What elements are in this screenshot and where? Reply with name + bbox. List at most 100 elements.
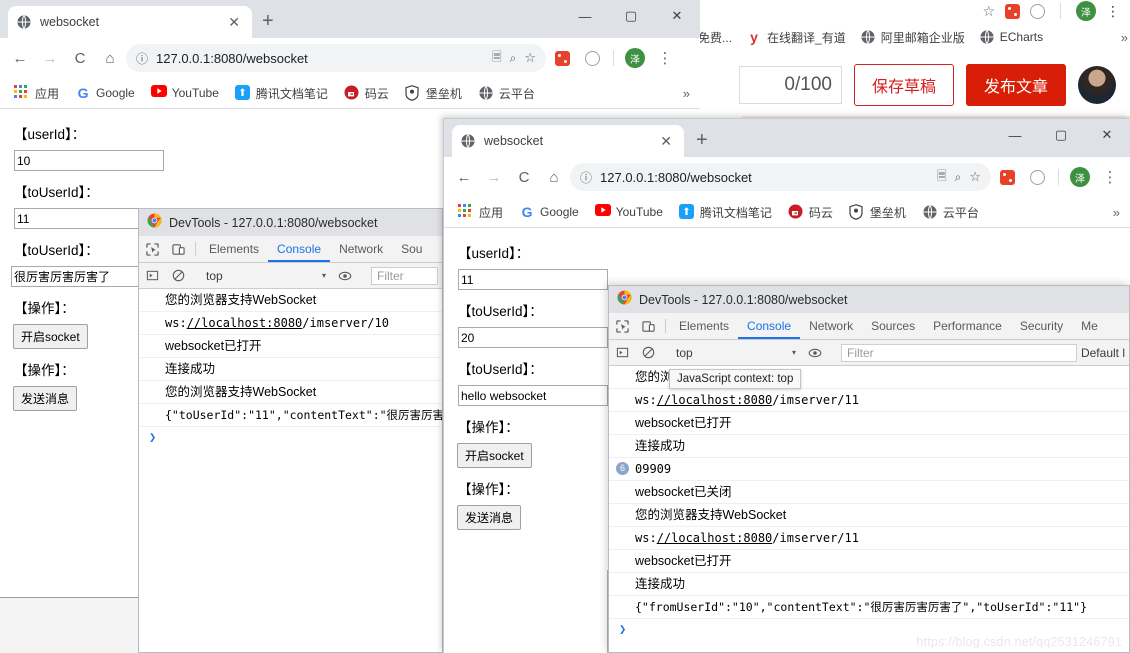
js-context-selector[interactable]: top ▾ [200,269,332,283]
inspect-element-icon[interactable] [139,236,165,262]
save-draft-button[interactable]: 保存草稿 [853,64,954,106]
address-bar[interactable]: ⓘ 127.0.0.1:8080/websocket 🗏 ⌕ ☆ [570,163,991,191]
console-prompt-1[interactable]: ❯ [139,427,442,447]
touserid-input[interactable] [458,327,608,348]
reload-button[interactable]: C [66,44,94,72]
clear-console-icon[interactable] [635,346,661,359]
devtools-tab-elements[interactable]: Elements [670,313,738,339]
dice-extension-icon[interactable] [548,44,576,72]
dice-extension-icon[interactable] [993,163,1021,191]
chrome-menu-icon[interactable]: ⋮ [651,44,679,72]
site-info-icon[interactable]: ⓘ [136,50,148,67]
circle-extension-icon[interactable] [1023,163,1051,191]
minimize-button[interactable]: — [992,119,1038,151]
dice-extension-icon[interactable] [1005,3,1020,19]
execute-icon[interactable] [609,346,635,359]
address-bar[interactable]: ⓘ 127.0.0.1:8080/websocket 🗏 ⌕ ☆ [126,44,546,72]
console-filter-input[interactable]: Filter [841,343,1077,362]
devtools-tab-memory[interactable]: Me [1072,313,1107,339]
bookmarks-overflow-icon[interactable]: » [1121,30,1130,45]
minimize-button[interactable]: — [562,0,608,32]
inspect-element-icon[interactable] [609,313,635,339]
devtools-tab-network[interactable]: Network [800,313,862,339]
bookmark-item-bastion[interactable]: 堡垒机 [399,83,468,104]
chrome-menu-icon[interactable]: ⋮ [1106,3,1120,20]
bookmark-item-tencent-docs[interactable]: 腾讯文档笔记 [229,83,334,104]
execute-icon[interactable] [139,269,165,282]
close-window-button[interactable]: ✕ [654,0,700,32]
console-levels-selector[interactable]: Default l [1081,346,1129,360]
star-icon[interactable]: ☆ [982,3,995,20]
user-avatar[interactable] [1078,66,1116,104]
maximize-button[interactable]: ▢ [1038,119,1084,151]
console-link[interactable]: //localhost:8080 [657,393,773,407]
open-socket-button[interactable]: 开启socket [13,324,88,349]
devtools-tab-security[interactable]: Security [1011,313,1072,339]
forward-button[interactable]: → [36,44,64,72]
clear-console-icon[interactable] [165,269,191,282]
devtools-tab-performance[interactable]: Performance [924,313,1011,339]
zoom-out-icon[interactable]: ⌕ [955,170,962,185]
bookmark-item[interactable]: y 在线翻译_有道 [746,29,846,46]
device-toolbar-icon[interactable] [635,313,661,339]
bookmark-item[interactable]: 免费... [698,29,732,46]
maximize-button[interactable]: ▢ [608,0,654,32]
bookmark-item-google[interactable]: G Google [69,83,141,103]
back-button[interactable]: ← [450,163,478,191]
publish-article-button[interactable]: 发布文章 [965,64,1066,106]
bookmark-item-youtube[interactable]: YouTube [589,202,669,222]
translate-icon[interactable]: 🗏 [937,167,947,188]
home-button[interactable]: ⌂ [540,163,568,191]
bookmarks-overflow-icon[interactable]: » [1113,205,1122,220]
star-icon[interactable]: ☆ [969,169,981,185]
console-link[interactable]: //localhost:8080 [657,531,773,545]
live-expression-icon[interactable] [332,269,358,283]
circle-extension-icon[interactable] [1030,3,1045,19]
userid-input[interactable] [14,150,164,171]
translate-icon[interactable]: 🗏 [492,48,502,69]
close-tab-icon[interactable]: ✕ [656,132,676,150]
content-input[interactable] [458,385,608,406]
back-button[interactable]: ← [6,44,34,72]
bookmark-item-gitee[interactable]: 码云 [782,202,839,223]
close-tab-icon[interactable]: ✕ [224,13,244,31]
zoom-out-icon[interactable]: ⌕ [510,51,517,66]
close-window-button[interactable]: ✕ [1084,119,1130,151]
bookmarks-overflow-icon[interactable]: » [683,86,692,101]
avatar[interactable]: 泽 [1076,1,1096,21]
avatar[interactable]: 泽 [1066,163,1094,191]
browser-tab[interactable]: websocket ✕ [452,125,684,157]
bookmark-item-cloud[interactable]: 云平台 [916,202,985,223]
send-message-button[interactable]: 发送消息 [13,386,78,411]
bookmark-item[interactable]: 阿里邮箱企业版 [860,29,965,46]
devtools-tab-console[interactable]: Console [738,313,800,339]
userid-input[interactable] [458,269,608,290]
device-toolbar-icon[interactable] [165,236,191,262]
bookmark-item-cloud[interactable]: 云平台 [472,83,541,104]
bookmark-item-apps[interactable]: 应用 [8,83,65,104]
chrome-menu-icon[interactable]: ⋮ [1096,163,1124,191]
bookmark-item-bastion[interactable]: 堡垒机 [843,202,912,223]
devtools-tab-elements[interactable]: Elements [200,236,268,262]
bookmark-item-tencent-docs[interactable]: 腾讯文档笔记 [673,202,778,223]
send-message-button[interactable]: 发送消息 [457,505,522,530]
star-icon[interactable]: ☆ [524,50,536,66]
bookmark-item-google[interactable]: G Google [513,202,585,222]
bookmark-item-youtube[interactable]: YouTube [145,83,225,103]
site-info-icon[interactable]: ⓘ [580,169,592,186]
reload-button[interactable]: C [510,163,538,191]
console-filter-input[interactable]: Filter [371,266,438,285]
console-link[interactable]: //localhost:8080 [187,316,303,330]
home-button[interactable]: ⌂ [96,44,124,72]
browser-tab[interactable]: websocket ✕ [8,6,252,38]
new-tab-button[interactable]: + [262,11,274,31]
forward-button[interactable]: → [480,163,508,191]
js-context-selector[interactable]: top ▾ [670,346,802,360]
devtools-tab-sources[interactable]: Sources [862,313,924,339]
new-tab-button[interactable]: + [696,130,708,150]
bookmark-item-apps[interactable]: 应用 [452,202,509,223]
circle-extension-icon[interactable] [578,44,606,72]
open-socket-button[interactable]: 开启socket [457,443,532,468]
bookmark-item-gitee[interactable]: 码云 [338,83,395,104]
devtools-tab-sources[interactable]: Sou [392,236,431,262]
